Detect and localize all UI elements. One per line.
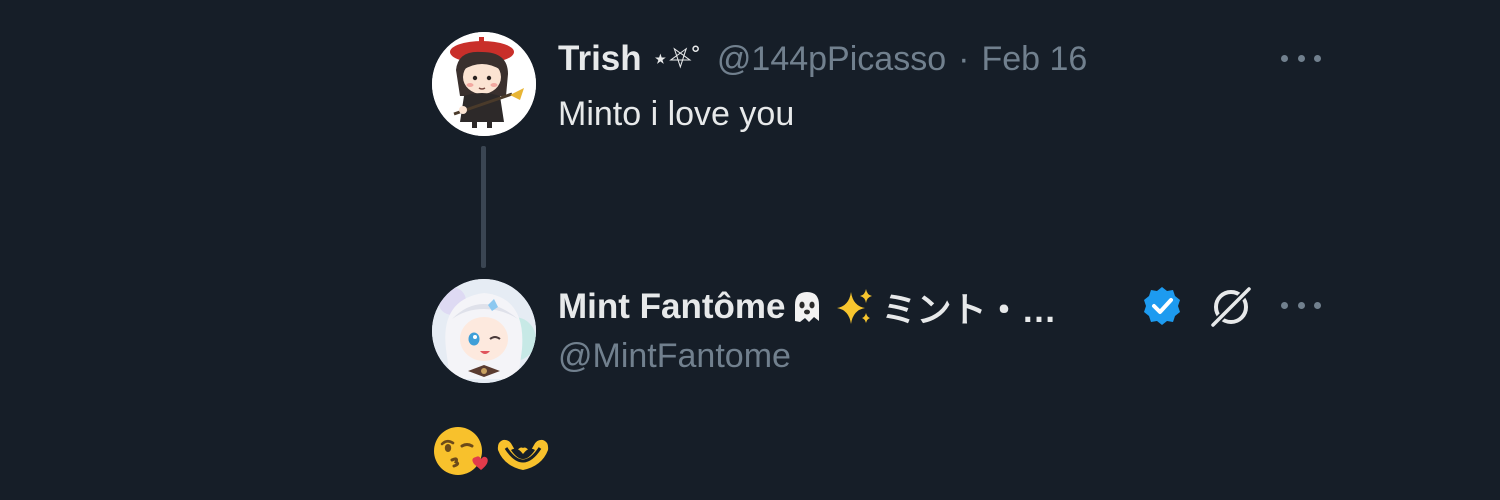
more-horizontal-icon[interactable] bbox=[1281, 50, 1321, 66]
header-separator: · bbox=[958, 39, 970, 78]
reply-author-name[interactable]: Mint Fantôme bbox=[558, 287, 785, 327]
heart-hands-emoji bbox=[497, 439, 549, 470]
avatar-mint[interactable] bbox=[432, 279, 536, 383]
ghost-emoji-icon bbox=[795, 292, 820, 322]
reply-more-horizontal-icon[interactable] bbox=[1281, 297, 1321, 313]
trish-avatar-image bbox=[432, 32, 536, 136]
x-grok-icon[interactable] bbox=[1208, 284, 1254, 330]
kissing-face-with-heart-emoji bbox=[434, 427, 488, 475]
mint-avatar-image bbox=[432, 279, 536, 383]
author-name[interactable]: Trish bbox=[558, 39, 642, 79]
tweet-date[interactable]: Feb 16 bbox=[981, 40, 1087, 79]
tweet-header: Trish ⋆⛧˚ @144pPicasso · Feb 16 bbox=[558, 37, 1087, 81]
reply-emoji-content bbox=[432, 424, 552, 478]
reply-author-handle[interactable]: @MintFantome bbox=[558, 337, 791, 376]
avatar-trish[interactable] bbox=[432, 32, 536, 136]
sparkles-emoji-icon bbox=[837, 289, 873, 324]
reply-header-name-row: Mint Fantôme ミント・… bbox=[558, 284, 1057, 330]
author-handle[interactable]: @144pPicasso bbox=[717, 40, 946, 79]
reply-author-name-suffix[interactable]: ミント・… bbox=[881, 282, 1056, 333]
verified-badge-icon[interactable] bbox=[1140, 284, 1184, 328]
name-decoration-stars: ⋆⛧˚ bbox=[651, 43, 701, 74]
thread-connector-line bbox=[481, 146, 486, 268]
tweet-text: Minto i love you bbox=[558, 95, 795, 133]
